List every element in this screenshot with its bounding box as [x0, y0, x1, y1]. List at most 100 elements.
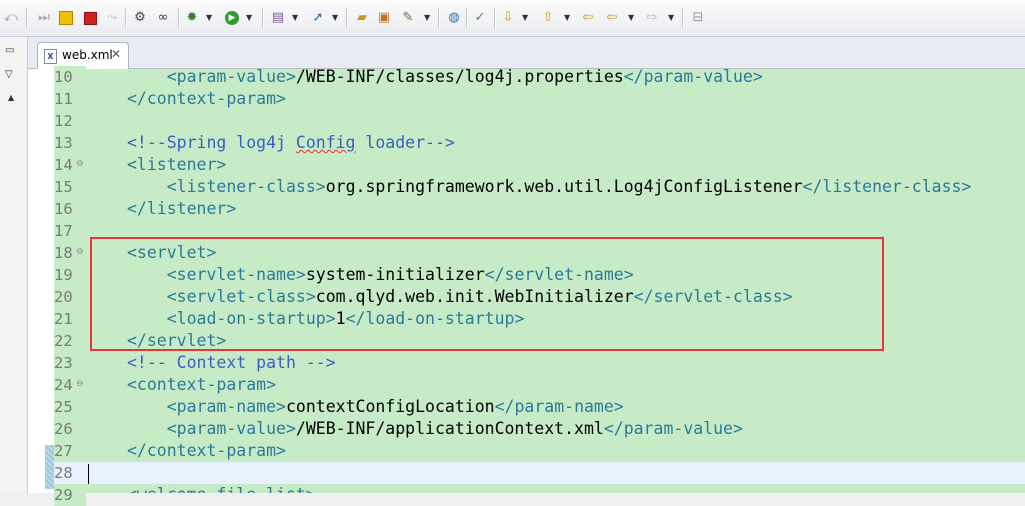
code-token: <param-value>	[166, 419, 296, 438]
undo-icon[interactable]: ⤺	[4, 9, 18, 27]
globe-icon[interactable]: ◍	[446, 9, 462, 27]
chevron-down-icon[interactable]: ▼	[668, 9, 674, 27]
code-token: </context-param>	[127, 441, 286, 460]
chevron-down-icon[interactable]: ▼	[206, 9, 212, 27]
code-line[interactable]: <param-value>/WEB-INF/classes/log4j.prop…	[86, 69, 1025, 88]
next-annotation-icon[interactable]: ⇩	[500, 9, 516, 27]
run-icon[interactable]: ▶	[224, 9, 240, 27]
pause-icon[interactable]	[58, 9, 74, 27]
code-token: <param-name>	[166, 397, 286, 416]
deploy-icon[interactable]: ➚	[310, 9, 326, 27]
toolbar-separator	[178, 8, 180, 28]
toolbar-separator	[262, 8, 264, 28]
fold-toggle-icon[interactable]: ⊖	[76, 379, 84, 389]
line-number: 23	[54, 352, 86, 374]
tools-icon[interactable]: ✎	[400, 9, 416, 27]
marker-strip	[28, 69, 40, 493]
text-caret	[88, 464, 89, 484]
code-line[interactable]: <listener>	[86, 154, 1025, 176]
xml-file-icon: X	[44, 49, 57, 64]
line-number: 16	[54, 198, 86, 220]
change-marker	[45, 445, 54, 489]
new-server-icon[interactable]: ▤	[270, 9, 286, 27]
code-line[interactable]: </context-param>	[86, 88, 1025, 110]
line-number: 26	[54, 418, 86, 440]
toolbar-separator	[682, 8, 684, 28]
line-number: 22	[54, 330, 86, 352]
chevron-down-icon[interactable]: ▼	[292, 9, 298, 27]
line-number: 29	[54, 484, 86, 506]
back-icon[interactable]: ⇦	[580, 9, 596, 27]
chevron-down-icon[interactable]: ▼	[628, 9, 634, 27]
line-number: 17	[54, 220, 86, 242]
prev-annotation-icon[interactable]: ⇧	[540, 9, 556, 27]
debug-icon[interactable]: ✹	[184, 9, 200, 27]
restore-icon[interactable]: ▭	[5, 45, 14, 56]
close-icon[interactable]: ✕	[111, 47, 121, 61]
line-number: 21	[54, 308, 86, 330]
annotation-icon[interactable]: ✓	[472, 9, 488, 27]
code-token: <param-value>	[166, 69, 296, 86]
find-icon[interactable]: ∞	[154, 9, 172, 27]
code-token: </context-param>	[127, 89, 286, 108]
back-icon[interactable]: ⇦	[604, 9, 620, 27]
open-type-icon[interactable]: ▣	[376, 9, 392, 27]
code-line[interactable]	[86, 110, 1025, 132]
code-token: </listener>	[127, 199, 237, 218]
line-number: 10	[54, 66, 86, 88]
code-line[interactable]: <listener-class>org.springframework.web.…	[86, 176, 1025, 198]
code-token: loader-->	[355, 133, 455, 152]
code-line[interactable]: </listener>	[86, 198, 1025, 220]
open-folder-icon[interactable]: ▰	[354, 9, 370, 27]
line-number: 19	[54, 264, 86, 286]
code-token: </param-name>	[494, 397, 624, 416]
fold-toggle-icon[interactable]: ⊖	[76, 247, 84, 257]
code-line[interactable]: <!-- Context path -->	[86, 352, 1025, 374]
fold-toggle-icon[interactable]: ⊖	[76, 159, 84, 169]
toolbar-separator	[125, 8, 127, 28]
code-line[interactable]: </context-param>	[86, 440, 1025, 462]
line-number: 11	[54, 88, 86, 110]
line-number: 12	[54, 110, 86, 132]
line-number: 28	[54, 462, 86, 484]
main-toolbar: ⤺ ⏭ ⤳ ⚙ ∞ ✹ ▼ ▶ ▼ ▤ ▼ ➚ ▼ ▰ ▣ ✎ ▼ ◍ ✓ ⇩ …	[0, 0, 1025, 37]
code-line[interactable]: <welcome-file-list>	[86, 484, 1025, 493]
chevron-down-icon[interactable]: ▼	[332, 9, 338, 27]
forward-icon[interactable]: ⇨	[644, 9, 660, 27]
debug-config-icon[interactable]: ⚙	[132, 9, 148, 27]
code-line[interactable]: <param-value>/WEB-INF/applicationContext…	[86, 418, 1025, 440]
code-token: <context-param>	[127, 375, 277, 394]
scroll-up-icon[interactable]: ▲	[8, 93, 14, 102]
stop-icon[interactable]	[82, 9, 98, 27]
code-token: <!-- Context path -->	[127, 353, 336, 372]
line-number: 25	[54, 396, 86, 418]
toolbar-separator	[346, 8, 348, 28]
code-token: </listener-class>	[802, 177, 972, 196]
code-token: </param-value>	[623, 69, 763, 86]
code-line[interactable]	[86, 462, 1025, 484]
code-line[interactable]: <param-name>contextConfigLocation</param…	[86, 396, 1025, 418]
code-line[interactable]: <!--Spring log4j Config loader-->	[86, 132, 1025, 154]
chevron-down-icon[interactable]: ▼	[522, 9, 528, 27]
chevron-down-icon[interactable]: ▼	[424, 9, 430, 27]
code-token: <listener-class>	[166, 177, 326, 196]
tab-web-xml[interactable]: X web.xml ✕	[37, 42, 129, 69]
disconnect-icon[interactable]: ⤳	[104, 9, 120, 27]
chevron-down-icon[interactable]: ▼	[246, 9, 252, 27]
highlight-box	[90, 237, 884, 351]
pin-icon[interactable]: ⊟	[690, 9, 706, 27]
view-menu-icon[interactable]: ▽	[5, 69, 13, 80]
chevron-down-icon[interactable]: ▼	[564, 9, 570, 27]
line-number: 20	[54, 286, 86, 308]
code-line[interactable]: <context-param>	[86, 374, 1025, 396]
skip-icon[interactable]: ⏭	[36, 9, 52, 27]
code-token: Config	[295, 133, 356, 152]
code-token: org.springframework.web.util.Log4jConfig…	[325, 177, 803, 196]
code-token: <listener>	[127, 155, 227, 174]
code-token: <welcome-file-list>	[127, 485, 316, 493]
toolbar-separator	[438, 8, 440, 28]
